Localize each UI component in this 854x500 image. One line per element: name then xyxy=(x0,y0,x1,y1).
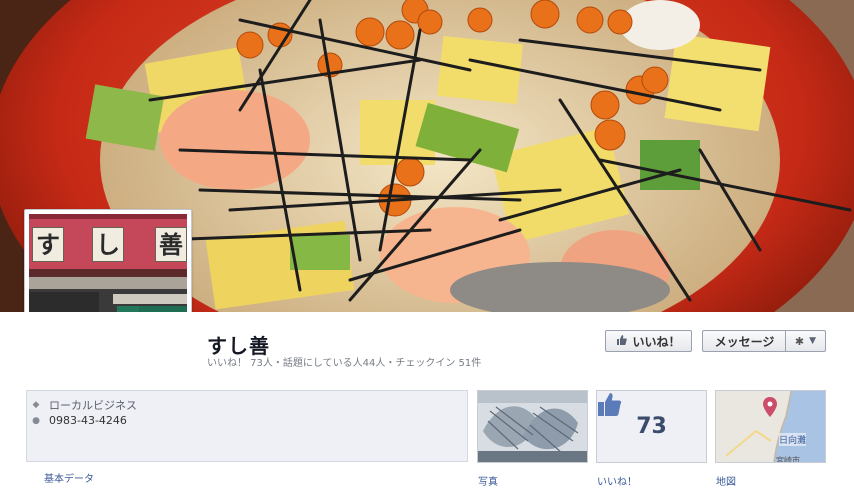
map-tile[interactable]: 日向灘 宮崎市 xyxy=(715,390,826,463)
category-text: ローカルビジネス xyxy=(49,399,137,412)
likes-tile[interactable]: 73 xyxy=(596,390,707,463)
message-button[interactable]: メッセージ xyxy=(702,330,786,352)
like-button[interactable]: いいね！ xyxy=(605,330,692,352)
location-pin-icon: ● xyxy=(32,415,40,426)
map-label[interactable]: 地図 xyxy=(716,473,736,488)
gear-icon: ✱ xyxy=(794,334,805,348)
category-row: ◆ ローカルビジネス xyxy=(31,397,137,413)
message-button-label: メッセージ xyxy=(714,334,775,349)
photos-label[interactable]: 写真 xyxy=(478,473,498,488)
likes-label[interactable]: いいね！ xyxy=(597,473,637,488)
sign-character: 善 xyxy=(155,227,187,262)
photos-thumbnail xyxy=(478,391,587,462)
settings-dropdown-button[interactable]: ✱ ▼ xyxy=(785,330,826,352)
sign-character: す xyxy=(32,227,64,262)
tag-icon: ◆ xyxy=(32,400,40,410)
phone-text: 0983-43-4246 xyxy=(49,414,127,427)
like-button-label: いいね！ xyxy=(632,334,681,349)
map-city-label: 宮崎市 xyxy=(776,456,800,463)
about-box[interactable]: ◆ ローカルビジネス ● 0983-43-4246 xyxy=(26,390,468,462)
thumbs-up-icon xyxy=(598,393,622,416)
map-thumbnail xyxy=(716,391,825,462)
about-link[interactable]: 基本データ xyxy=(44,470,94,485)
likes-count: 73 xyxy=(636,414,667,439)
chevron-down-icon: ▼ xyxy=(809,336,817,346)
phone-row: ● 0983-43-4246 xyxy=(31,414,127,427)
sign-character: し xyxy=(92,227,124,262)
photos-tile[interactable] xyxy=(477,390,588,463)
page-stats: いいね！ 73人・話題にしている人44人・チェックイン 51件 xyxy=(207,358,482,369)
map-place-label: 日向灘 xyxy=(779,433,807,446)
thumbs-up-icon xyxy=(616,334,628,349)
